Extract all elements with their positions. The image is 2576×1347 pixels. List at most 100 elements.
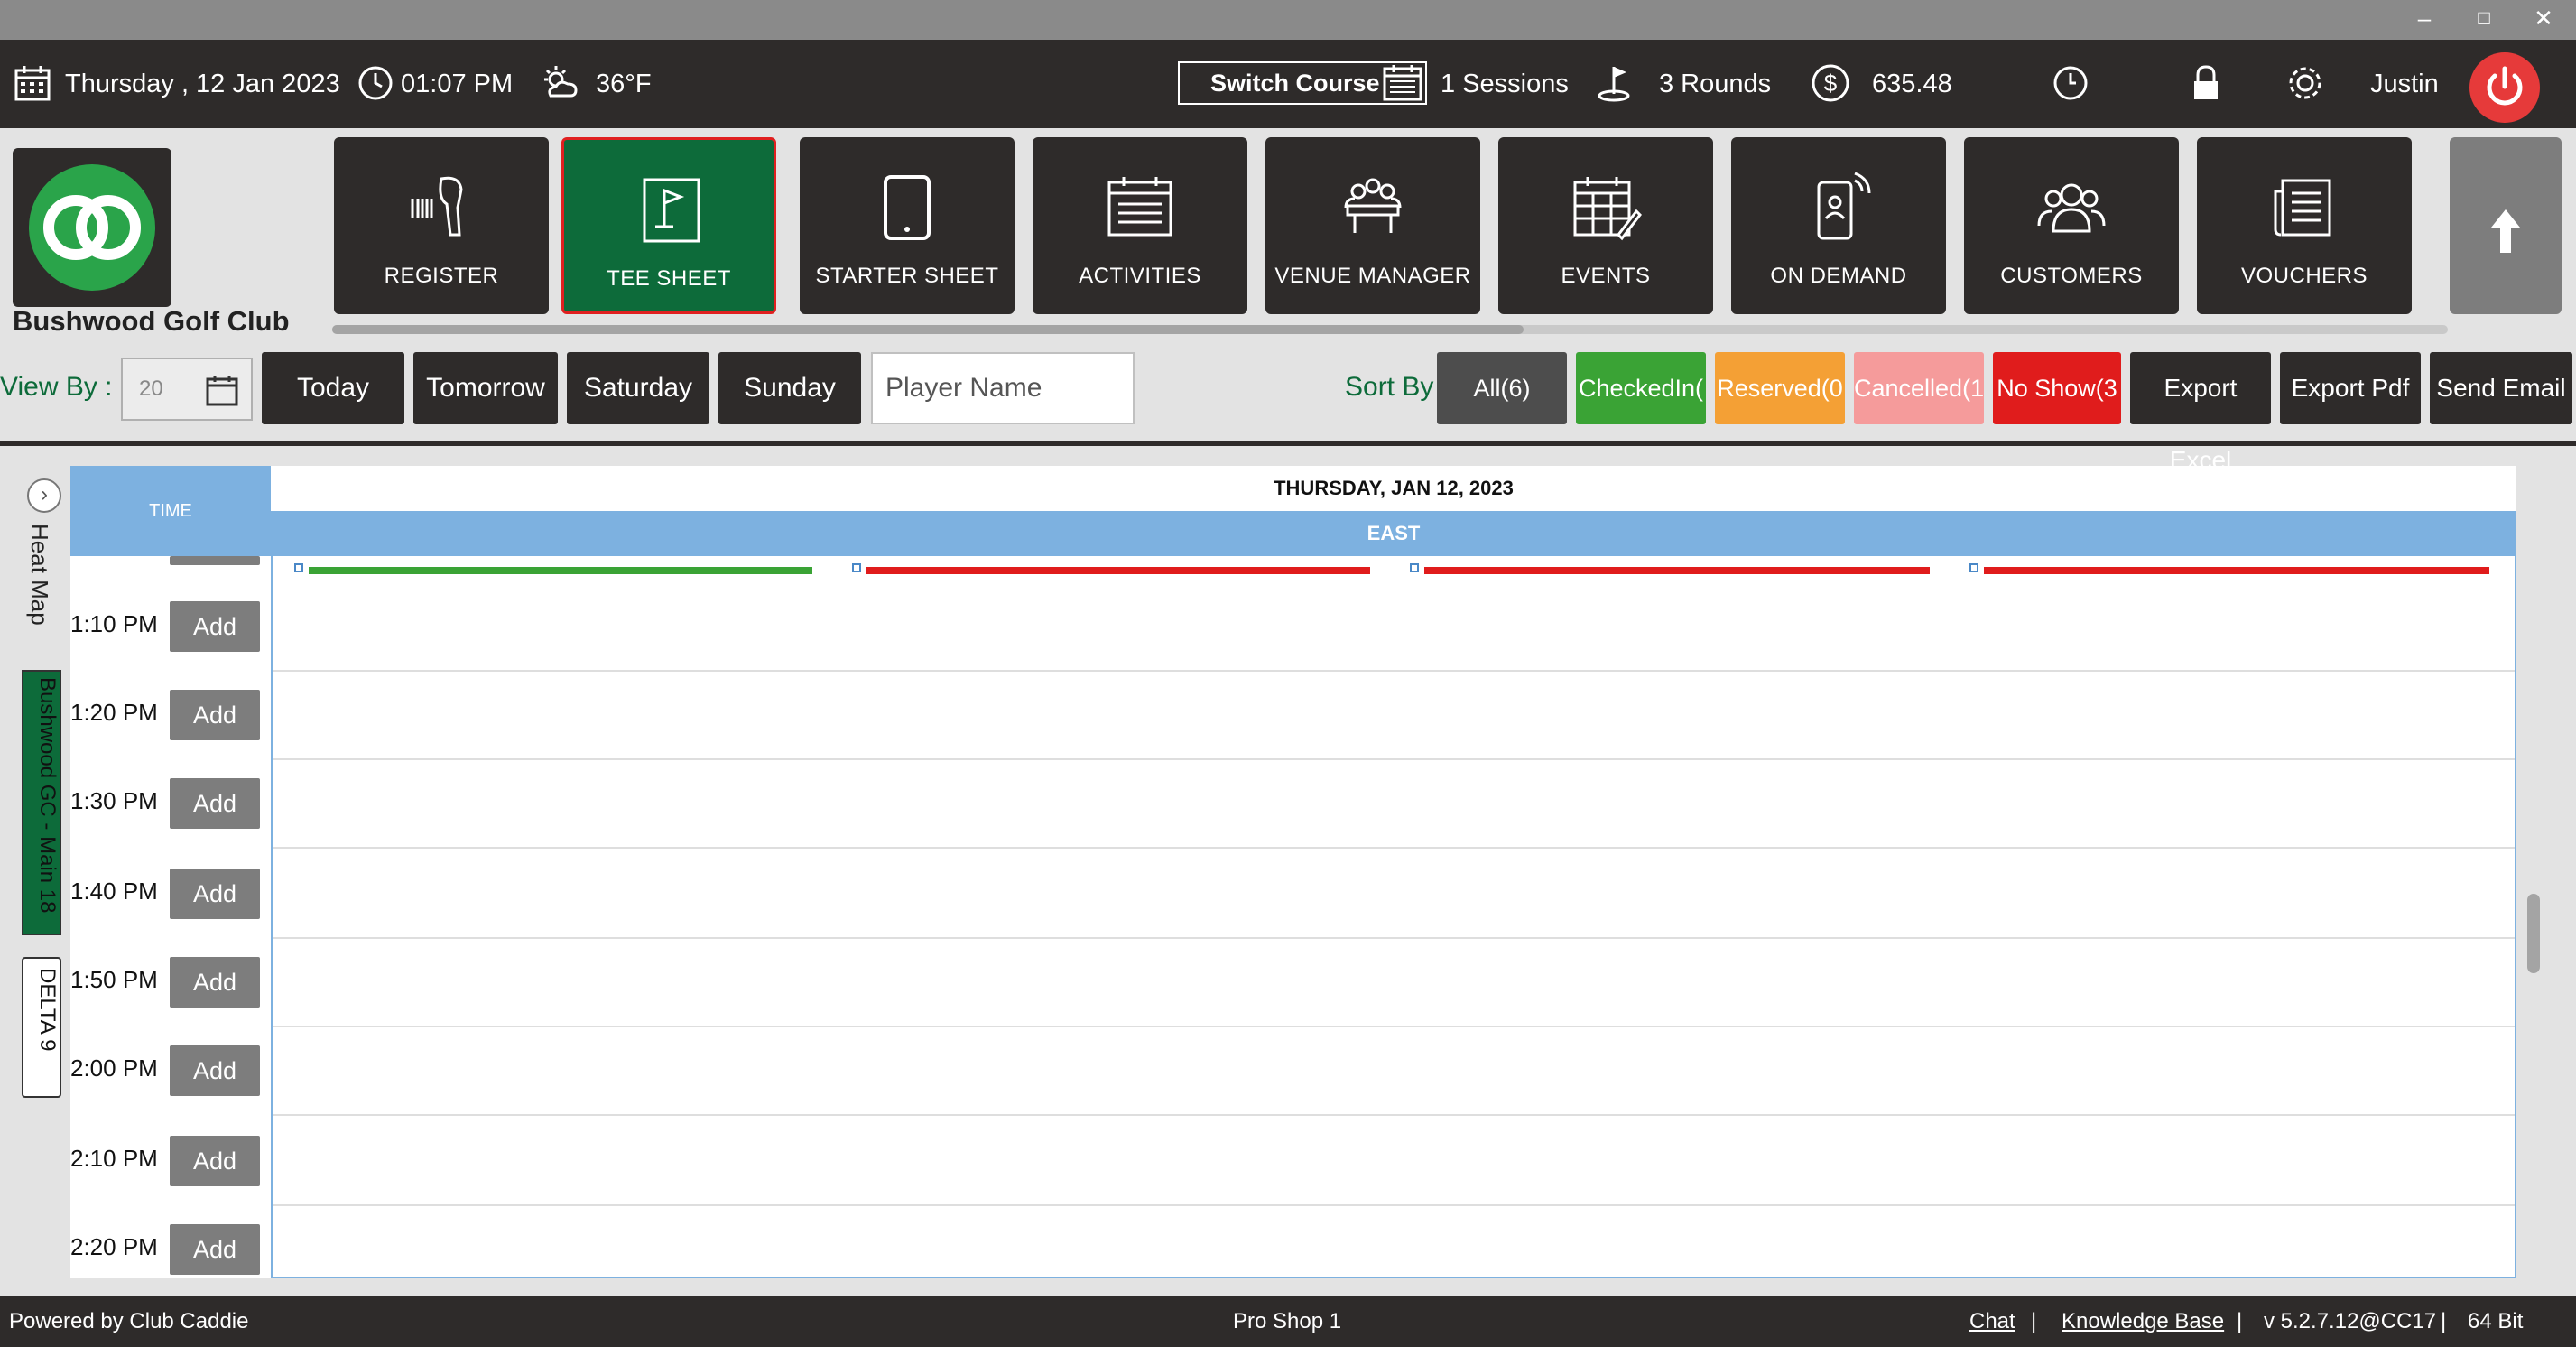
nav-venue-manager-label: VENUE MANAGER	[1274, 264, 1471, 288]
heat-map-label[interactable]: Heat Map	[25, 524, 53, 626]
close-window-button[interactable]: ✕	[2516, 0, 2571, 36]
nav-activities-label: ACTIVITIES	[1079, 264, 1201, 288]
phone-icon	[1817, 172, 1871, 240]
add-booking-button[interactable]: Add	[170, 957, 260, 1008]
nav-vouchers[interactable]: VOUCHERS	[2197, 137, 2412, 314]
time-slot-label: 2:10 PM	[70, 1145, 158, 1172]
nav-tee-sheet[interactable]: TEE SHEET	[561, 137, 776, 314]
nav-events-label: EVENTS	[1561, 264, 1651, 288]
filter-all-button[interactable]: All(6)	[1437, 352, 1567, 424]
grid-scrollbar-thumb[interactable]	[2527, 894, 2540, 973]
nav-activities[interactable]: ACTIVITIES	[1033, 137, 1247, 314]
add-booking-button[interactable]: Add	[170, 1136, 260, 1186]
people-icon	[2037, 183, 2106, 233]
nav-scrollbar-thumb[interactable]	[332, 325, 1524, 334]
tee-sheet-grid: TIME THURSDAY, JAN 12, 2023 EAST 1:10 PM…	[70, 466, 2516, 1278]
row-divider	[273, 1026, 2515, 1027]
filter-checkedin-button[interactable]: CheckedIn(	[1576, 352, 1706, 424]
chevron-right-icon: ›	[41, 482, 48, 506]
export-excel-button[interactable]: Export Excel	[2130, 352, 2271, 474]
calendar-icon	[14, 66, 51, 101]
temperature: 36°F	[596, 70, 652, 98]
add-booking-button[interactable]: Add	[170, 1224, 260, 1275]
status-bar-noshow	[866, 567, 1370, 574]
arrow-up-icon	[2491, 209, 2520, 253]
chat-link[interactable]: Chat	[1969, 1296, 2015, 1347]
svg-text:$: $	[1824, 70, 1838, 97]
nav-register-label: REGISTER	[384, 264, 499, 288]
nav-customers-label: CUSTOMERS	[2000, 264, 2143, 288]
knowledge-base-link[interactable]: Knowledge Base	[2062, 1296, 2224, 1347]
calendar-picker-icon[interactable]	[204, 372, 240, 408]
collapse-up-button[interactable]	[2450, 137, 2562, 314]
calendar-list-icon	[1107, 177, 1172, 237]
status-bar-noshow	[1984, 567, 2489, 574]
send-email-button[interactable]: Send Email	[2430, 352, 2572, 424]
add-booking-button[interactable]: Add	[170, 778, 260, 829]
time-slot-label: 1:50 PM	[70, 966, 158, 993]
weather-icon	[544, 66, 578, 98]
nav-tee-sheet-label: TEE SHEET	[607, 266, 731, 291]
top-info-bar: Thursday , 12 Jan 2023 01:07 PM 36°F Swi…	[0, 40, 2576, 128]
tee-slots-area[interactable]	[271, 556, 2516, 1278]
time-slot-label: 2:00 PM	[70, 1054, 158, 1082]
dollar-icon: $	[1812, 64, 1849, 102]
status-footer: Powered by Club Caddie Pro Shop 1 Chat |…	[0, 1296, 2576, 1347]
clock-icon	[358, 66, 393, 100]
minimize-button[interactable]: –	[2397, 0, 2451, 36]
heat-map-toggle[interactable]: ›	[27, 478, 61, 513]
filter-noshow-button[interactable]: No Show(3	[1993, 352, 2121, 424]
maximize-button[interactable]: □	[2457, 0, 2511, 36]
course-tab-main-18[interactable]: Bushwood GC - Main 18	[22, 670, 61, 935]
filter-reserved-button[interactable]: Reserved(0	[1715, 352, 1845, 424]
slot-marker	[852, 563, 861, 572]
nav-on-demand[interactable]: ON DEMAND	[1731, 137, 1946, 314]
current-time: 01:07 PM	[401, 70, 514, 98]
window-title-bar: – □ ✕	[0, 0, 2576, 40]
add-booking-button[interactable]: Add	[170, 1045, 260, 1096]
logo-icon	[29, 164, 155, 291]
status-bar-noshow	[1424, 567, 1930, 574]
nav-events[interactable]: EVENTS	[1498, 137, 1713, 314]
view-by-label: View By :	[0, 372, 113, 402]
row-divider	[273, 670, 2515, 672]
course-header-east: EAST	[271, 511, 2516, 556]
section-divider	[0, 441, 2576, 446]
date-picker-input[interactable]: 20	[121, 358, 253, 421]
venue-table-icon	[1344, 178, 1402, 233]
lock-icon[interactable]	[2184, 61, 2228, 105]
power-button[interactable]	[2469, 52, 2540, 123]
row-divider	[273, 1114, 2515, 1116]
gear-icon[interactable]	[2284, 61, 2327, 105]
balance-amount: 635.48	[1872, 70, 1952, 98]
time-column-header: TIME	[70, 466, 271, 556]
date-input-value: 20	[139, 376, 163, 401]
nav-customers[interactable]: CUSTOMERS	[1964, 137, 2179, 314]
sort-by-label: Sort By	[1345, 372, 1434, 402]
time-clock-icon[interactable]	[2049, 61, 2092, 105]
player-name-input[interactable]: Player Name	[871, 352, 1135, 424]
row-divider	[273, 937, 2515, 939]
nav-starter-sheet[interactable]: STARTER SHEET	[800, 137, 1015, 314]
nav-register[interactable]: REGISTER	[334, 137, 549, 314]
add-button-partial[interactable]	[170, 556, 260, 565]
footer-separator: |	[2237, 1309, 2243, 1333]
add-booking-button[interactable]: Add	[170, 601, 260, 652]
today-button[interactable]: Today	[262, 352, 404, 424]
add-booking-button[interactable]: Add	[170, 869, 260, 919]
club-caddie-logo	[13, 148, 171, 307]
sunday-button[interactable]: Sunday	[718, 352, 861, 424]
filter-cancelled-button[interactable]: Cancelled(1	[1854, 352, 1984, 424]
user-name[interactable]: Justin	[2370, 40, 2439, 128]
nav-venue-manager[interactable]: VENUE MANAGER	[1265, 137, 1480, 314]
powered-by-text: Powered by Club Caddie	[9, 1309, 249, 1333]
tablet-icon	[884, 175, 931, 240]
status-bar-checkedin	[309, 567, 812, 574]
saturday-button[interactable]: Saturday	[567, 352, 709, 424]
tee-sheet-icon	[643, 178, 700, 243]
course-tab-delta-9[interactable]: DELTA 9	[22, 957, 61, 1098]
add-booking-button[interactable]: Add	[170, 690, 260, 740]
tomorrow-button[interactable]: Tomorrow	[413, 352, 558, 424]
export-pdf-button[interactable]: Export Pdf	[2280, 352, 2421, 424]
filter-row: View By : 20 Today Tomorrow Saturday Sun…	[0, 345, 2576, 474]
